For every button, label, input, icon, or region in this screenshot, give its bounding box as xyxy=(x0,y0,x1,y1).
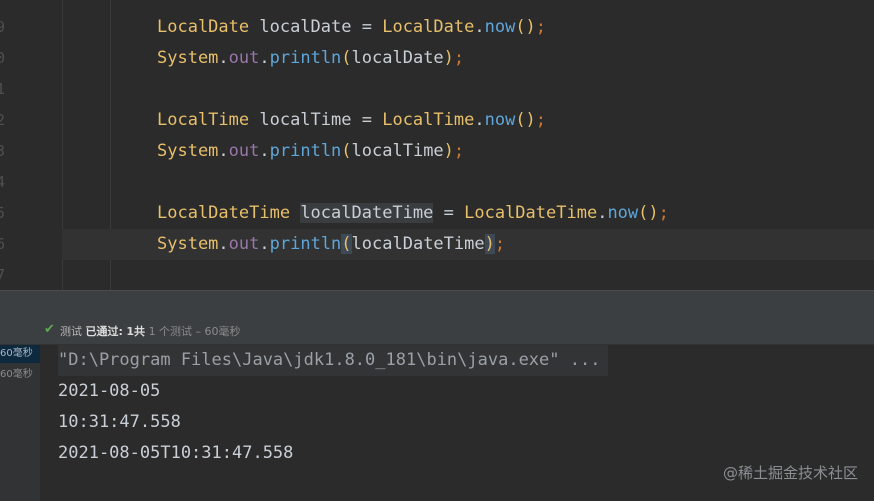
console-output-line: 2021-08-05 xyxy=(58,381,161,401)
passed-label: 已通过: xyxy=(85,325,123,338)
code-token: ( xyxy=(341,234,352,254)
code-token: System xyxy=(157,141,219,161)
code-token: out xyxy=(228,234,260,254)
code-token: LocalDateTime xyxy=(464,203,598,223)
check-icon: ✔ xyxy=(44,322,55,337)
code-token: () xyxy=(515,17,536,37)
code-token: ; xyxy=(535,110,547,130)
code-token: localDate xyxy=(249,17,362,37)
code-token: localDateTime xyxy=(351,234,485,254)
code-line[interactable] xyxy=(62,74,874,105)
test-tree-item-duration[interactable]: 60毫秒 xyxy=(0,366,40,384)
code-token: out xyxy=(228,141,260,161)
code-token: . xyxy=(597,203,608,223)
test-tree: 60毫秒 60毫秒 xyxy=(0,345,41,501)
code-token: . xyxy=(218,234,229,254)
console-command-line: "D:\Program Files\Java\jdk1.8.0_181\bin\… xyxy=(58,345,609,376)
code-token: LocalDate xyxy=(157,17,250,37)
code-token: println xyxy=(269,234,342,254)
code-token: ( xyxy=(341,48,352,68)
watermark: @稀土掘金技术社区 xyxy=(722,464,858,482)
code-token: localDate xyxy=(351,48,444,68)
line-number: 1 xyxy=(0,80,6,98)
code-token: . xyxy=(218,141,229,161)
line-number: 2 xyxy=(0,111,6,129)
code-token: LocalDateTime xyxy=(157,203,291,223)
code-token: . xyxy=(259,141,270,161)
line-number-gutter: 9 0 1 2 3 4 5 6 7 xyxy=(0,0,63,290)
code-line[interactable] xyxy=(62,260,874,291)
code-line[interactable]: System.out.println(localDate); xyxy=(62,43,874,74)
line-number: 5 xyxy=(0,204,6,222)
code-token: ; xyxy=(658,203,669,223)
code-token: ; xyxy=(453,141,465,161)
code-token: ; xyxy=(453,48,465,68)
line-number: 3 xyxy=(0,142,6,160)
test-summary: 1 个测试 – 60毫秒 xyxy=(148,325,241,338)
code-token: now xyxy=(484,17,516,37)
code-line[interactable]: LocalTime localTime = LocalTime.now(); xyxy=(62,105,874,136)
test-tree-item-duration[interactable]: 60毫秒 xyxy=(0,345,40,363)
passed-count: 1共 xyxy=(126,325,146,338)
code-token: LocalTime xyxy=(157,110,250,130)
code-token: ) xyxy=(443,141,454,161)
code-token: System xyxy=(157,234,219,254)
code-token: . xyxy=(474,110,485,130)
code-token: = xyxy=(361,17,372,37)
code-token: now xyxy=(607,203,639,223)
code-line-current[interactable]: System.out.println(localDateTime); xyxy=(62,229,874,260)
panel-splitter[interactable] xyxy=(0,290,874,317)
line-number: 9 xyxy=(0,18,6,36)
code-editor[interactable]: 9 0 1 2 3 4 5 6 7 LocalDate localDate = … xyxy=(0,0,874,290)
code-token: localDateTime xyxy=(300,203,434,223)
code-token: now xyxy=(484,110,516,130)
code-token: ; xyxy=(535,17,547,37)
console-output-line: 10:31:47.558 xyxy=(58,412,181,432)
code-token: = xyxy=(361,110,372,130)
code-line[interactable]: LocalDateTime localDateTime = LocalDateT… xyxy=(62,198,874,229)
code-token: . xyxy=(218,48,229,68)
line-number: 4 xyxy=(0,173,6,191)
test-label: 测试 xyxy=(60,325,82,338)
code-token: System xyxy=(157,48,219,68)
code-token: ) xyxy=(484,234,495,254)
code-line[interactable]: LocalDate localDate = LocalDate.now(); xyxy=(62,12,874,43)
code-token: = xyxy=(443,203,454,223)
code-token: out xyxy=(228,48,260,68)
code-token: ) xyxy=(443,48,454,68)
code-token: . xyxy=(259,234,270,254)
line-number: 0 xyxy=(0,49,6,67)
code-token: . xyxy=(259,48,270,68)
console-output-line: 2021-08-05T10:31:47.558 xyxy=(58,443,294,463)
code-token: . xyxy=(474,17,485,37)
code-token: ; xyxy=(494,234,506,254)
code-token: println xyxy=(269,48,342,68)
test-status-bar: ✔ 测试 已通过: 1共 1 个测试 – 60毫秒 xyxy=(0,316,874,345)
code-line[interactable]: System.out.println(localTime); xyxy=(62,136,874,167)
code-token: localTime xyxy=(249,110,362,130)
line-number: 7 xyxy=(0,266,6,284)
code-token: println xyxy=(269,141,342,161)
code-token: LocalTime xyxy=(382,110,475,130)
code-line[interactable] xyxy=(62,167,874,198)
code-token: LocalDate xyxy=(382,17,475,37)
code-token: () xyxy=(638,203,659,223)
line-number: 6 xyxy=(0,235,6,253)
code-token: () xyxy=(515,110,536,130)
code-token: localTime xyxy=(351,141,444,161)
code-token: ( xyxy=(341,141,352,161)
